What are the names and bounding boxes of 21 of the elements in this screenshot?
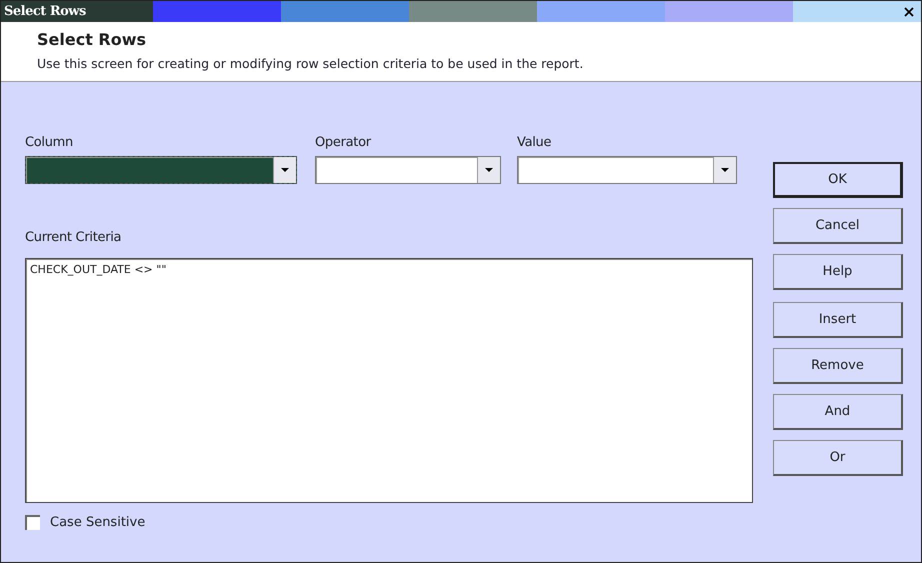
dialog-button[interactable]: Help (773, 254, 903, 290)
dropdown-field[interactable] (517, 156, 737, 184)
dialog-button[interactable]: OK (773, 162, 903, 198)
header-title: Select Rows (37, 30, 148, 49)
dropdown-field[interactable] (315, 156, 501, 184)
dialog-button[interactable]: Or (773, 440, 903, 476)
checkbox-label: Case Sensitive (50, 515, 146, 530)
field-label: Operator (315, 135, 372, 150)
criteria-label: Current Criteria (25, 230, 122, 245)
dialog-button[interactable]: Insert (773, 302, 903, 338)
dialog-button[interactable]: And (773, 394, 903, 430)
dialog-button[interactable]: Cancel (773, 208, 903, 244)
dialog-button[interactable]: Remove (773, 348, 903, 384)
case-sensitive-checkbox[interactable] (25, 515, 40, 530)
dropdown-field[interactable] (25, 156, 297, 184)
header-description: Use this screen for creating or modifying row selection criteria to be used in the report. (37, 56, 584, 71)
close-icon (904, 6, 914, 16)
field-label: Column (25, 135, 74, 150)
criteria-text-area[interactable]: CHECK_OUT_DATE <> "" (25, 258, 753, 503)
field-label: Value (517, 135, 552, 150)
window-title: Select Rows (3, 4, 86, 19)
